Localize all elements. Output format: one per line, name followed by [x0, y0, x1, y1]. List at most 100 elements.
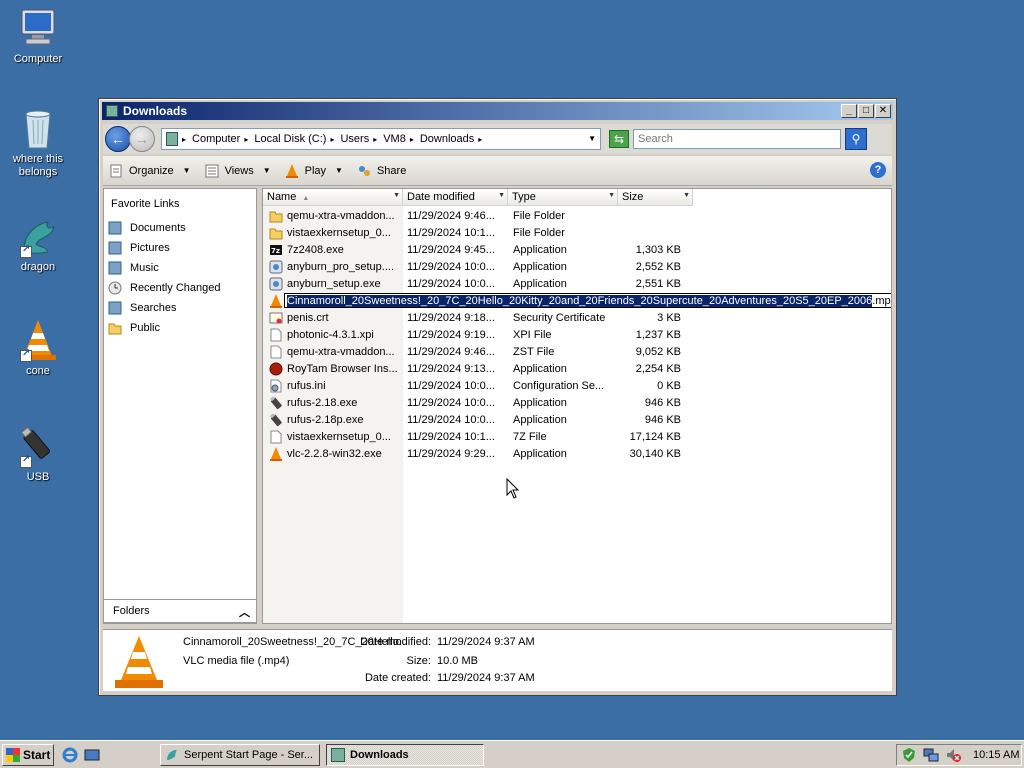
details-file-type: VLC media file (.mp4)	[183, 655, 290, 667]
details-size: Size: 10.0 MB	[406, 655, 478, 667]
nav-item-searches[interactable]: Searches	[104, 298, 256, 318]
file-row[interactable]: qemu-xtra-vmaddon... 11/29/2024 9:46... ZS…	[263, 343, 891, 360]
taskbar-button-downloads[interactable]: Downloads	[326, 743, 484, 766]
file-date: 11/29/2024 10:0...	[407, 277, 495, 290]
show-desktop-icon[interactable]	[84, 747, 100, 763]
file-name: anyburn_setup.exe	[287, 277, 381, 290]
forward-button[interactable]: →	[129, 126, 155, 152]
taskbar-button-serpent[interactable]: Serpent Start Page - Ser...	[160, 743, 320, 766]
refresh-icon[interactable]: ⇆	[609, 130, 629, 148]
nav-item-recently-changed[interactable]: Recently Changed	[104, 278, 256, 298]
window-titlebar[interactable]: Downloads _ □ ✕	[102, 102, 893, 120]
column-header-size[interactable]: Size ▼	[618, 189, 693, 206]
quick-launch	[62, 747, 100, 763]
file-date: 11/29/2024 9:13...	[407, 362, 495, 375]
security-shield-icon[interactable]	[901, 747, 917, 763]
shortcut-arrow-icon	[20, 348, 32, 362]
file-row[interactable]: anyburn_setup.exe 11/29/2024 10:0... Appli…	[263, 275, 891, 292]
address-dropdown-icon[interactable]: ▼	[588, 134, 596, 143]
internet-explorer-icon[interactable]	[62, 747, 78, 763]
documents-icon	[108, 221, 122, 235]
breadcrumb-arrow-icon[interactable]: ▸	[182, 135, 186, 144]
file-row[interactable]: RoyTam Browser Ins... 11/29/2024 9:13... A…	[263, 360, 891, 377]
file-row[interactable]: vlc-2.2.8-win32.exe 11/29/2024 9:29... App…	[263, 445, 891, 462]
search-icon[interactable]: ⚲	[845, 128, 867, 150]
chevron-down-icon: ▼	[498, 192, 505, 199]
desktop-icon-recycle-bin[interactable]: where this belongs	[6, 106, 70, 179]
usb-drive-icon	[269, 395, 282, 409]
chevron-icon: ▸	[409, 135, 414, 144]
file-type: File Folder	[513, 226, 565, 239]
file-date: 11/29/2024 9:45...	[407, 243, 495, 256]
details-date-created: Date created: 11/29/2024 9:37 AM	[364, 672, 535, 684]
address-bar[interactable]: ▸ Computer ▸ Local Disk (C:) ▸ Users ▸ VM8 ▸…	[161, 128, 601, 150]
certificate-icon	[269, 312, 283, 323]
nav-item-pictures[interactable]: Pictures	[104, 238, 256, 258]
taskbar: Start Serpent Start Page - Ser... Downlo…	[0, 740, 1024, 768]
file-name: vistaexkernsetup_0...	[287, 226, 391, 239]
navigation-pane: Favorite Links Documents Pictures Music …	[103, 188, 257, 624]
help-icon[interactable]: ?	[870, 162, 886, 178]
nav-item-documents[interactable]: Documents	[104, 218, 256, 238]
desktop-icon-computer[interactable]: Computer	[6, 6, 70, 66]
network-icon[interactable]	[923, 747, 939, 763]
file-row[interactable]: photonic-4.3.1.xpi 11/29/2024 9:19... XPI …	[263, 326, 891, 343]
start-button[interactable]: Start	[2, 743, 54, 766]
vlc-cone-icon	[285, 163, 298, 178]
search-input[interactable]	[633, 129, 841, 149]
file-row[interactable]: rufus.ini 11/29/2024 10:0... Configuration…	[263, 377, 891, 394]
maximize-button[interactable]: □	[858, 104, 874, 118]
play-button[interactable]: Play ▼	[285, 163, 343, 178]
shortcut-arrow-icon	[20, 244, 32, 258]
desktop-icon-usb[interactable]: USB	[6, 424, 70, 484]
vlc-cone-icon	[270, 446, 282, 461]
file-name: penis.crt	[287, 311, 329, 324]
window-title: Downloads	[123, 104, 188, 118]
breadcrumb-local-disk[interactable]: Local Disk (C:) ▸	[254, 133, 334, 145]
folders-toggle[interactable]: Folders ︿	[103, 599, 257, 623]
nav-item-public[interactable]: Public	[104, 318, 256, 338]
file-row[interactable]: penis.crt 11/29/2024 9:18... Security Cert…	[263, 309, 891, 326]
breadcrumb-computer[interactable]: Computer ▸	[192, 133, 248, 145]
file-row[interactable]: vistaexkernsetup_0... 11/29/2024 10:1... 7…	[263, 428, 891, 445]
column-headers: Name ▲ ▼ Date modified ▼ Type ▼ Size ▼	[263, 189, 693, 206]
folder-icon	[106, 105, 118, 117]
file-size: 0 KB	[657, 379, 681, 392]
file-row[interactable]: rufus-2.18p.exe 11/29/2024 10:0... Applica…	[263, 411, 891, 428]
file-size: 3 KB	[657, 311, 681, 324]
file-name: photonic-4.3.1.xpi	[287, 328, 374, 341]
volume-muted-icon[interactable]	[945, 747, 961, 763]
breadcrumb-users[interactable]: Users ▸	[340, 133, 377, 145]
minimize-button[interactable]: _	[841, 104, 857, 118]
file-type: Application	[513, 243, 567, 256]
column-header-date[interactable]: Date modified ▼	[403, 189, 508, 206]
file-row[interactable]: rufus-2.18.exe 11/29/2024 10:0... Applicat…	[263, 394, 891, 411]
file-row[interactable]: qemu-xtra-vmaddon... 11/29/2024 9:46... Fi…	[263, 207, 891, 224]
file-row[interactable]: Cinnamoroll_20Sweetness!_20_7C_20Hello_2…	[263, 292, 891, 309]
file-row[interactable]: anyburn_pro_setup.... 11/29/2024 10:0... A…	[263, 258, 891, 275]
desktop-icon-label: dragon	[20, 261, 56, 273]
installer-icon	[269, 260, 283, 273]
rename-input[interactable]: Cinnamoroll_20Sweetness!_20_7C_20Hello_2…	[284, 293, 891, 308]
desktop-icon-dragon[interactable]: dragon	[6, 214, 70, 274]
file-type: Application	[513, 413, 567, 426]
clock[interactable]: 10:15 AM	[973, 749, 1019, 761]
breadcrumb-vm8[interactable]: VM8 ▸	[383, 133, 414, 145]
desktop-icon-label: where this belongs	[12, 153, 64, 178]
close-button[interactable]: ✕	[875, 104, 891, 118]
file-row[interactable]: vistaexkernsetup_0... 11/29/2024 10:1... F…	[263, 224, 891, 241]
chevron-icon: ▸	[330, 135, 335, 144]
back-button[interactable]: ←	[105, 126, 131, 152]
breadcrumb-downloads[interactable]: Downloads ▸	[420, 133, 482, 145]
nav-item-music[interactable]: Music	[104, 258, 256, 278]
shortcut-arrow-icon	[20, 454, 32, 468]
file-row[interactable]: 7z 7z2408.exe 11/29/2024 9:45... Applicatio…	[263, 241, 891, 258]
share-button[interactable]: Share	[357, 164, 406, 178]
music-icon	[108, 261, 122, 275]
column-header-name[interactable]: Name ▲ ▼	[263, 189, 403, 206]
browser-icon	[269, 362, 283, 375]
desktop-icon-cone[interactable]: cone	[6, 318, 70, 378]
views-button[interactable]: Views ▼	[205, 164, 271, 178]
column-header-type[interactable]: Type ▼	[508, 189, 618, 206]
organize-button[interactable]: Organize ▼	[109, 164, 191, 178]
